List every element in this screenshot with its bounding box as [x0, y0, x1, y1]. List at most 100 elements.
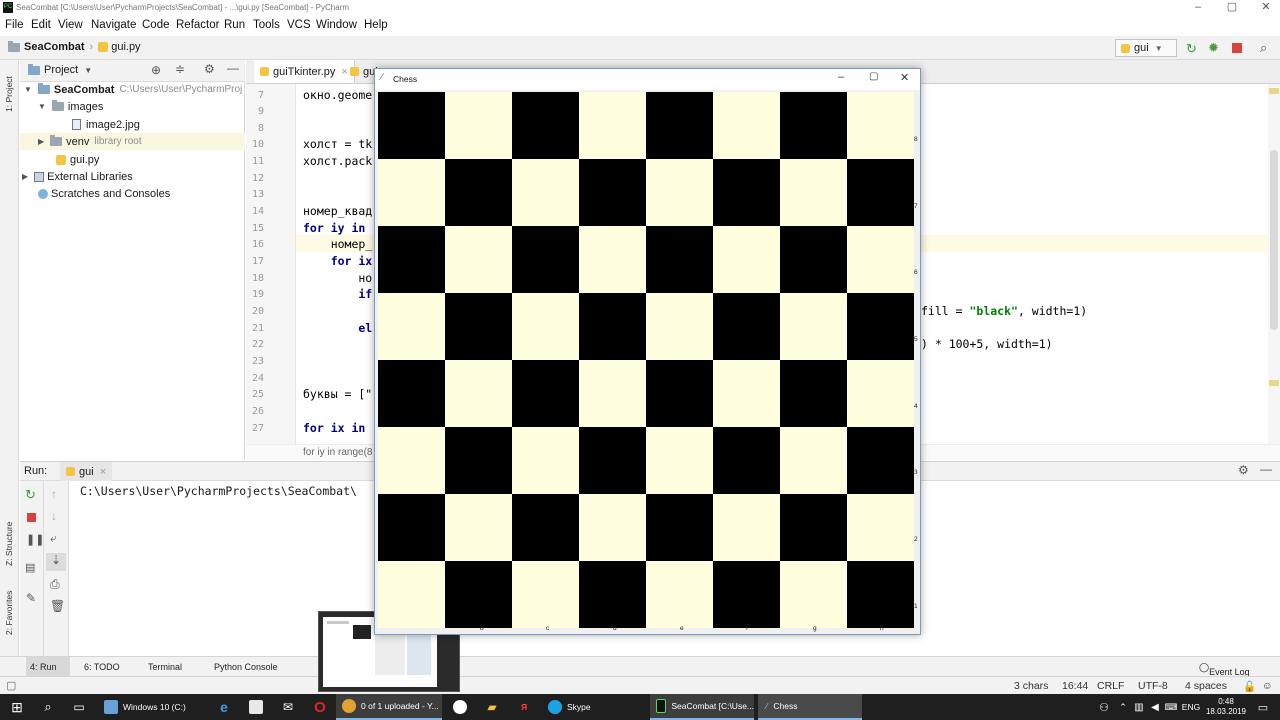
- light-square[interactable]: [713, 92, 780, 159]
- dark-square[interactable]: [780, 226, 847, 293]
- menu-view[interactable]: View: [58, 19, 83, 31]
- dark-square[interactable]: [713, 561, 780, 628]
- status-toggle-icon[interactable]: ▢: [6, 679, 16, 692]
- breadcrumb-project[interactable]: SeaCombat: [24, 41, 85, 53]
- tree-item-seacombat[interactable]: ▼ SeaCombat C:\Users\User\PycharmProj: [24, 81, 242, 98]
- dark-square[interactable]: [378, 494, 445, 561]
- light-square[interactable]: [847, 494, 914, 561]
- event-log-button[interactable]: ◯ Event Log: [1199, 662, 1250, 677]
- rerun-icon[interactable]: ↻: [25, 487, 36, 503]
- dark-square[interactable]: [780, 360, 847, 427]
- menu-tools[interactable]: Tools: [253, 19, 280, 31]
- tree-item-gui-py[interactable]: gui.py: [56, 151, 99, 168]
- dark-square[interactable]: [713, 293, 780, 360]
- clock[interactable]: 0:48 18.03.2019: [1204, 694, 1248, 720]
- tree-item-scratches[interactable]: Scratches and Consoles: [38, 185, 170, 202]
- taskbar-pycharm[interactable]: SeaCombat [C:\Use...: [650, 694, 754, 720]
- light-square[interactable]: [780, 427, 847, 494]
- tool-tab-todo[interactable]: 6: TODO: [84, 662, 120, 672]
- dark-square[interactable]: [579, 159, 646, 226]
- dark-square[interactable]: [512, 226, 579, 293]
- taskbar-chrome[interactable]: 0 of 1 uploaded - Y...: [336, 694, 442, 720]
- project-tool-button[interactable]: 1: Project: [4, 76, 14, 112]
- minimize-icon[interactable]: –: [1186, 0, 1210, 16]
- close-icon[interactable]: ✕: [1254, 0, 1278, 16]
- light-square[interactable]: [378, 427, 445, 494]
- light-square[interactable]: [847, 226, 914, 293]
- keyboard-icon[interactable]: ⌨: [1164, 694, 1178, 720]
- dark-square[interactable]: [445, 293, 512, 360]
- dark-square[interactable]: [445, 159, 512, 226]
- tool-tab-python-console[interactable]: Python Console: [214, 662, 278, 672]
- close-tab-icon[interactable]: ×: [100, 466, 106, 478]
- light-square[interactable]: [579, 494, 646, 561]
- soft-wrap-icon[interactable]: ⤶: [50, 531, 57, 546]
- dark-square[interactable]: [847, 427, 914, 494]
- light-square[interactable]: [512, 293, 579, 360]
- hide-icon[interactable]: —: [227, 61, 239, 75]
- notifications-icon[interactable]: ▭: [1252, 694, 1274, 720]
- stop-icon[interactable]: [27, 513, 36, 522]
- print-icon[interactable]: ⎙: [50, 577, 60, 592]
- search-icon[interactable]: ⌕: [1260, 40, 1267, 56]
- taskbar-skype[interactable]: Skype: [542, 694, 642, 720]
- light-square[interactable]: [780, 561, 847, 628]
- inspector-icon[interactable]: ☺: [1262, 680, 1273, 692]
- light-square[interactable]: [512, 159, 579, 226]
- light-square[interactable]: [378, 561, 445, 628]
- collapse-icon[interactable]: ≑: [175, 62, 185, 76]
- light-square[interactable]: [646, 561, 713, 628]
- light-square[interactable]: [713, 360, 780, 427]
- pause-icon[interactable]: ❚❚: [26, 533, 44, 546]
- light-square[interactable]: [512, 561, 579, 628]
- project-view-select[interactable]: Project ▼: [28, 63, 92, 76]
- dark-square[interactable]: [378, 360, 445, 427]
- light-square[interactable]: [847, 92, 914, 159]
- breadcrumb-file[interactable]: gui.py: [111, 41, 140, 53]
- light-square[interactable]: [713, 226, 780, 293]
- layout-icon[interactable]: ▤: [25, 561, 35, 574]
- mail-icon[interactable]: ✉: [276, 694, 300, 720]
- dark-square[interactable]: [646, 226, 713, 293]
- maximize-icon[interactable]: ▢: [869, 71, 878, 82]
- light-square[interactable]: [646, 427, 713, 494]
- light-square[interactable]: [847, 360, 914, 427]
- dark-square[interactable]: [579, 561, 646, 628]
- dark-square[interactable]: [646, 360, 713, 427]
- light-square[interactable]: [445, 92, 512, 159]
- dark-square[interactable]: [445, 427, 512, 494]
- dark-square[interactable]: [847, 561, 914, 628]
- folder-icon[interactable]: ▰: [480, 694, 504, 720]
- lock-icon[interactable]: 🔓: [1243, 680, 1256, 693]
- people-icon[interactable]: ⚇: [1094, 694, 1114, 720]
- menu-code[interactable]: Code: [142, 19, 170, 31]
- menu-help[interactable]: Help: [364, 19, 388, 31]
- down-arrow-icon[interactable]: ↓: [51, 509, 57, 523]
- menu-navigate[interactable]: Navigate: [91, 19, 136, 31]
- dark-square[interactable]: [713, 159, 780, 226]
- dark-square[interactable]: [445, 561, 512, 628]
- dark-square[interactable]: [512, 92, 579, 159]
- hide-icon[interactable]: —: [1260, 462, 1272, 476]
- dark-square[interactable]: [378, 226, 445, 293]
- start-icon[interactable]: ⊞: [0, 694, 34, 720]
- volume-icon[interactable]: ◀: [1148, 694, 1162, 720]
- minimize-icon[interactable]: –: [838, 71, 844, 83]
- structure-tool-button[interactable]: Z: Structure: [4, 522, 14, 566]
- dark-square[interactable]: [780, 494, 847, 561]
- status-position[interactable]: 16:44: [1062, 680, 1088, 692]
- dark-square[interactable]: [579, 427, 646, 494]
- scrollbar-thumb[interactable]: [1270, 150, 1278, 330]
- dark-square[interactable]: [378, 92, 445, 159]
- tree-item-image2[interactable]: image2.jpg: [72, 116, 140, 133]
- yandex-icon[interactable]: Я: [512, 694, 536, 720]
- dark-square[interactable]: [847, 293, 914, 360]
- tray-chevron-icon[interactable]: ⌃: [1116, 694, 1130, 720]
- light-square[interactable]: [646, 159, 713, 226]
- light-square[interactable]: [579, 92, 646, 159]
- tree-item-venv[interactable]: ▶ venv library root: [20, 133, 245, 150]
- opera-icon[interactable]: O: [308, 694, 332, 720]
- tool-tab-run[interactable]: 4: Run: [30, 662, 57, 672]
- dark-square[interactable]: [512, 360, 579, 427]
- dark-square[interactable]: [847, 159, 914, 226]
